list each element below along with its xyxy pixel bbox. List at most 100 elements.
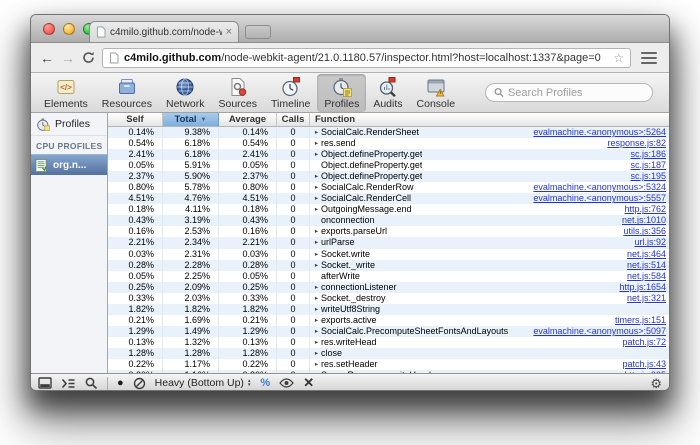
tab-network[interactable]: Network bbox=[159, 74, 212, 112]
table-row[interactable]: 0.18% 4.11% 0.18% 0 ▸ OutgoingMessage.en… bbox=[108, 204, 669, 216]
forward-button[interactable]: → bbox=[61, 51, 75, 65]
source-link[interactable]: evalmachine.<anonymous>:5097 bbox=[525, 326, 669, 337]
expand-arrow-icon[interactable]: ▸ bbox=[312, 193, 321, 204]
expand-arrow-icon[interactable]: ▸ bbox=[312, 282, 321, 293]
expand-arrow-icon[interactable]: ▸ bbox=[312, 315, 321, 326]
expand-arrow-icon[interactable]: ▸ bbox=[312, 326, 321, 337]
expand-arrow-icon[interactable]: ▸ bbox=[312, 260, 321, 271]
source-link[interactable]: evalmachine.<anonymous>:5324 bbox=[525, 182, 669, 193]
tab-close-icon[interactable]: × bbox=[226, 27, 232, 38]
reload-icon[interactable] bbox=[82, 51, 95, 64]
table-row[interactable]: 0.43% 3.19% 0.43% 0 onconnection net.js:… bbox=[108, 215, 669, 227]
expand-arrow-icon[interactable]: ▸ bbox=[312, 237, 321, 248]
expand-arrow-icon[interactable]: ▸ bbox=[312, 249, 321, 260]
source-link[interactable]: net.js:514 bbox=[619, 260, 669, 271]
table-row[interactable]: 0.28% 2.28% 0.28% 0 ▸ Socket._write net.… bbox=[108, 259, 669, 271]
expand-arrow-icon[interactable]: ▸ bbox=[312, 204, 321, 215]
minimize-window-button[interactable] bbox=[63, 23, 75, 35]
dock-to-bottom-icon[interactable] bbox=[38, 377, 52, 389]
table-row[interactable]: 0.22% 1.17% 0.22% 0 ▸ res.setHeader patc… bbox=[108, 358, 669, 371]
table-row[interactable]: 2.21% 2.34% 2.21% 0 ▸ urlParse url.js:92 bbox=[108, 237, 669, 249]
source-link[interactable]: sc.js:186 bbox=[622, 149, 669, 160]
settings-gear-icon[interactable]: ⚙ bbox=[650, 377, 662, 390]
source-link[interactable]: http.js:762 bbox=[616, 204, 669, 215]
table-row[interactable]: 0.54% 6.18% 0.54% 0 ▸ res.send response.… bbox=[108, 138, 669, 150]
table-row[interactable]: 0.13% 1.32% 0.13% 0 ▸ res.writeHead patc… bbox=[108, 336, 669, 348]
source-link[interactable]: http.js:935 bbox=[616, 370, 669, 373]
search-profiles-box[interactable] bbox=[485, 83, 653, 102]
record-profile-button[interactable]: ● bbox=[117, 378, 124, 389]
browser-tab[interactable]: c4milo.github.com/node-we × bbox=[89, 21, 239, 42]
back-button[interactable]: ← bbox=[40, 51, 54, 65]
table-row[interactable]: 0.16% 2.53% 0.16% 0 ▸ exports.parseUrl u… bbox=[108, 226, 669, 238]
focus-eye-icon[interactable] bbox=[279, 378, 294, 388]
table-row[interactable]: 0.25% 2.09% 0.25% 0 ▸ connectionListener… bbox=[108, 281, 669, 293]
expand-arrow-icon[interactable]: ▸ bbox=[312, 171, 321, 182]
search-input[interactable] bbox=[507, 86, 644, 99]
table-row[interactable]: 2.37% 5.90% 2.37% 0 ▸ Object.definePrope… bbox=[108, 171, 669, 183]
table-row[interactable]: 1.28% 1.28% 1.28% 0 ▸ close bbox=[108, 347, 669, 359]
table-row[interactable]: 0.33% 2.03% 0.33% 0 ▸ Socket._destroy ne… bbox=[108, 292, 669, 304]
tab-console[interactable]: Console bbox=[410, 74, 463, 112]
source-link[interactable]: patch.js:43 bbox=[614, 359, 669, 370]
expand-arrow-icon[interactable]: ▸ bbox=[312, 348, 321, 359]
tab-resources[interactable]: Resources bbox=[95, 74, 159, 112]
source-link[interactable]: net.js:464 bbox=[619, 249, 669, 260]
source-link[interactable]: http.js:1654 bbox=[611, 282, 669, 293]
source-link[interactable]: sc.js:195 bbox=[622, 171, 669, 182]
sidebar-profiles-header[interactable]: Profiles bbox=[31, 113, 107, 136]
table-row[interactable]: 2.41% 6.18% 2.41% 0 ▸ Object.definePrope… bbox=[108, 149, 669, 161]
tab-elements[interactable]: </> Elements bbox=[37, 74, 95, 112]
table-row[interactable]: 0.21% 1.69% 0.21% 0 ▸ exports.active tim… bbox=[108, 314, 669, 326]
expand-arrow-icon[interactable]: ▸ bbox=[312, 226, 321, 237]
show-console-icon[interactable] bbox=[61, 378, 76, 389]
tab-audits[interactable]: Audits bbox=[366, 74, 409, 112]
column-header-total[interactable]: Total ▼ bbox=[163, 113, 219, 126]
table-row[interactable]: 4.51% 4.76% 4.51% 0 ▸ SocialCalc.RenderC… bbox=[108, 193, 669, 205]
source-link[interactable]: utils.js:356 bbox=[615, 226, 669, 237]
table-row[interactable]: 0.20% 1.16% 0.20% 0 ▸ ServerResponse.wri… bbox=[108, 370, 669, 373]
source-link[interactable]: net.js:584 bbox=[619, 271, 669, 282]
source-link[interactable]: evalmachine.<anonymous>:5557 bbox=[525, 193, 669, 204]
bookmark-star-icon[interactable]: ☆ bbox=[613, 51, 624, 65]
source-link[interactable]: patch.js:72 bbox=[614, 337, 669, 348]
source-link[interactable]: net.js:1010 bbox=[614, 215, 669, 226]
address-bar[interactable]: c4milo.github.com/node-webkit-agent/21.0… bbox=[102, 47, 631, 68]
table-row[interactable]: 0.05% 5.91% 0.05% 0 Object.definePropert… bbox=[108, 160, 669, 172]
exclude-function-icon[interactable]: ✕ bbox=[303, 376, 314, 389]
expand-arrow-icon[interactable]: ▸ bbox=[312, 359, 321, 370]
search-statusbar-icon[interactable] bbox=[85, 377, 98, 390]
tab-sources[interactable]: Sources bbox=[212, 74, 265, 112]
tab-timeline[interactable]: Timeline bbox=[264, 74, 317, 112]
source-link[interactable]: response.js:82 bbox=[599, 138, 669, 149]
column-header-function[interactable]: Function bbox=[310, 113, 669, 126]
expand-arrow-icon[interactable]: ▸ bbox=[312, 127, 321, 138]
expand-arrow-icon[interactable]: ▸ bbox=[312, 370, 321, 373]
source-link[interactable]: url.js:92 bbox=[626, 237, 669, 248]
source-link[interactable]: net.js:321 bbox=[619, 293, 669, 304]
expand-arrow-icon[interactable]: ▸ bbox=[312, 293, 321, 304]
view-mode-select[interactable]: Heavy (Bottom Up) ▲ ▼ bbox=[155, 377, 252, 389]
sidebar-item-profile[interactable]: org.n... bbox=[31, 154, 107, 175]
source-link[interactable]: evalmachine.<anonymous>:5264 bbox=[525, 127, 669, 138]
close-window-button[interactable] bbox=[43, 23, 55, 35]
table-row[interactable]: 1.82% 1.82% 1.82% 0 ▸ writeUtf8String bbox=[108, 303, 669, 315]
column-header-self[interactable]: Self bbox=[108, 113, 163, 126]
clear-profiles-icon[interactable] bbox=[133, 377, 146, 390]
tab-profiles[interactable]: Profiles bbox=[317, 73, 367, 112]
expand-arrow-icon[interactable]: ▸ bbox=[312, 337, 321, 348]
table-row[interactable]: 0.14% 9.38% 0.14% 0 ▸ SocialCalc.RenderS… bbox=[108, 127, 669, 139]
source-link[interactable]: timers.js:151 bbox=[607, 315, 669, 326]
source-link[interactable]: sc.js:187 bbox=[622, 160, 669, 171]
column-header-average[interactable]: Average bbox=[219, 113, 277, 126]
table-row[interactable]: 0.05% 2.25% 0.05% 0 afterWrite net.js:58… bbox=[108, 270, 669, 282]
percent-toggle-button[interactable]: % bbox=[260, 377, 270, 389]
expand-arrow-icon[interactable]: ▸ bbox=[312, 304, 321, 315]
table-row[interactable]: 1.29% 1.49% 1.29% 0 ▸ SocialCalc.Precomp… bbox=[108, 325, 669, 337]
column-header-calls[interactable]: Calls bbox=[277, 113, 310, 126]
expand-arrow-icon[interactable]: ▸ bbox=[312, 138, 321, 149]
expand-arrow-icon[interactable]: ▸ bbox=[312, 182, 321, 193]
expand-arrow-icon[interactable]: ▸ bbox=[312, 149, 321, 160]
new-tab-button[interactable] bbox=[245, 25, 271, 39]
browser-menu-icon[interactable] bbox=[638, 50, 660, 66]
